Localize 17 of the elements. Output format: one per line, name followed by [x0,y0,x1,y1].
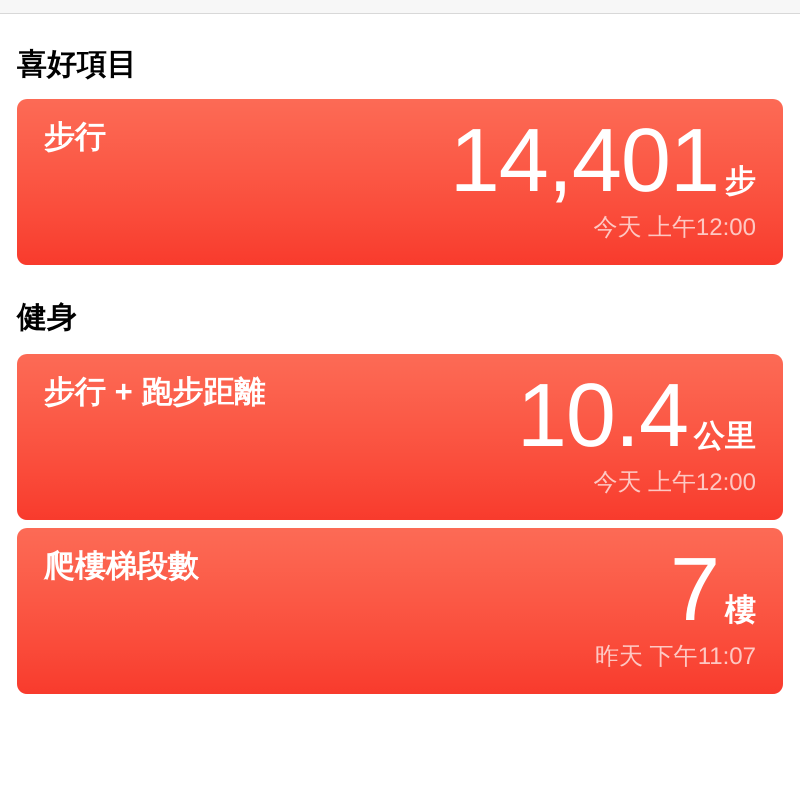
health-card[interactable]: 步行 + 跑步距離 10.4 公里 今天 上午12:00 [17,354,783,520]
metric-unit: 樓 [725,592,756,628]
health-card[interactable]: 步行 14,401 步 今天 上午12:00 [17,99,783,265]
section-title: 喜好項目 [17,48,137,81]
card-title: 步行 [44,118,106,156]
timestamp: 今天 上午12:00 [593,468,756,498]
section-title: 健身 [17,301,77,334]
health-card[interactable]: 爬樓梯段數 7 樓 昨天 下午11:07 [17,528,783,694]
metric-value: 14,401 [450,113,719,209]
metric-unit: 步 [725,163,756,199]
card-title: 爬樓梯段數 [44,547,199,585]
metric-unit: 公里 [694,418,756,454]
metric-value: 10.4 [516,368,688,464]
card-title: 步行 + 跑步距離 [44,373,266,411]
timestamp: 昨天 下午11:07 [595,642,756,672]
metric-value: 7 [670,542,719,638]
timestamp: 今天 上午12:00 [593,213,756,243]
